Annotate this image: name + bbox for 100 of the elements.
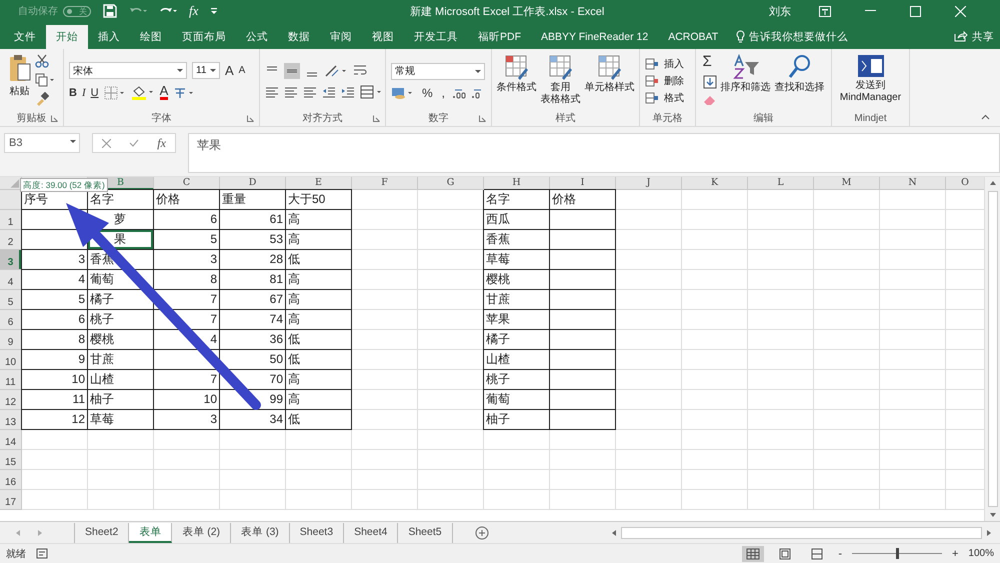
ribbon-tab[interactable]: 数据 — [278, 26, 320, 48]
column-header[interactable]: L — [748, 177, 814, 190]
column-header[interactable]: N — [880, 177, 946, 190]
row-header[interactable]: 11 — [0, 370, 22, 390]
table-cell: 桃子 — [484, 370, 550, 390]
row-header[interactable]: 14 — [0, 430, 22, 450]
row-header[interactable]: 1 — [0, 210, 22, 230]
table-cell: 桃子 — [88, 310, 154, 330]
table-cell: 高 — [286, 290, 352, 310]
ribbon-button[interactable]: 格式 — [664, 91, 684, 105]
table-cell: 柚子 — [484, 410, 550, 430]
row-header[interactable]: 9 — [0, 330, 22, 350]
ribbon-button[interactable]: 删除 — [664, 74, 684, 88]
row-header[interactable]: 5 — [0, 290, 22, 310]
row-header[interactable]: 15 — [0, 450, 22, 470]
row-header[interactable]: 16 — [0, 470, 22, 490]
font-color-button[interactable]: A — [160, 85, 168, 100]
column-header[interactable]: M — [814, 177, 880, 190]
column-header[interactable]: D — [220, 177, 286, 190]
column-header[interactable]: C — [154, 177, 220, 190]
number-format-dropdown[interactable]: 常规 — [391, 62, 485, 80]
table-cell: 西瓜 — [484, 210, 550, 230]
shrink-font-button[interactable]: A — [238, 65, 246, 76]
ribbon-button[interactable]: 套用 表格格式 — [540, 82, 580, 106]
zoom-level[interactable]: 100% — [968, 548, 994, 559]
column-header[interactable]: F — [352, 177, 418, 190]
table-cell: 34 — [220, 410, 286, 430]
font-size-dropdown[interactable]: 11 — [192, 62, 220, 79]
group-label: 数字 — [428, 112, 448, 125]
row-header[interactable]: 12 — [0, 390, 22, 410]
ribbon-button[interactable]: 条件格式 — [496, 82, 536, 94]
column-header[interactable]: O — [946, 177, 985, 190]
table-cell: 高 — [286, 210, 352, 230]
group-label: 编辑 — [754, 112, 774, 125]
font-name-dropdown[interactable]: 宋体 — [69, 62, 187, 79]
table-cell: 低 — [286, 350, 352, 370]
table-cell: 74 — [220, 310, 286, 330]
percent-button[interactable]: % — [420, 86, 435, 100]
row-header[interactable]: 4 — [0, 270, 22, 290]
ribbon-button[interactable]: 插入 — [664, 57, 684, 71]
underline-button[interactable]: U — [90, 86, 99, 98]
ribbon-button[interactable]: 单元格样式 — [584, 82, 634, 94]
share-button[interactable]: 共享 — [972, 26, 994, 48]
column-header[interactable]: J — [616, 177, 682, 190]
formula-input[interactable]: 苹果 — [188, 133, 1000, 173]
zoom-out-button[interactable]: - — [838, 548, 842, 560]
ribbon-tab[interactable]: 页面布局 — [172, 26, 236, 48]
table-cell: 10 — [22, 370, 88, 390]
table-cell: 价格 — [154, 190, 220, 210]
column-header[interactable]: I — [550, 177, 616, 190]
table-cell: 3 — [22, 250, 88, 270]
table-cell: 53 — [220, 230, 286, 250]
insert-function-button[interactable]: fx — [189, 3, 198, 19]
column-header[interactable]: G — [418, 177, 484, 190]
table-cell: 7 — [154, 370, 220, 390]
ribbon-tab[interactable]: 公式 — [236, 26, 278, 48]
tell-me-search[interactable]: 告诉我你想要做什么 — [749, 26, 848, 48]
ribbon-tab[interactable]: 绘图 — [130, 26, 172, 48]
ribbon-tab[interactable]: 开始 — [46, 25, 88, 49]
bold-button[interactable]: B — [69, 86, 77, 98]
table-cell: 低 — [286, 250, 352, 270]
ribbon-tab[interactable]: ABBYY FineReader 12 — [531, 26, 658, 48]
paste-button[interactable]: 粘贴 — [10, 86, 30, 98]
row-header[interactable]: 6 — [0, 310, 22, 330]
ribbon-tab[interactable]: 福昕PDF — [468, 26, 531, 48]
find-select-button[interactable]: 查找和选择 — [774, 82, 824, 94]
send-to-mindmanager-button[interactable]: 发送到 MindManager — [840, 80, 902, 104]
table-cell: 柚子 — [88, 390, 154, 410]
ribbon-tab[interactable]: 视图 — [362, 26, 404, 48]
table-cell: 67 — [220, 290, 286, 310]
row-header[interactable]: 10 — [0, 350, 22, 370]
table-cell: 甘蔗 — [484, 290, 550, 310]
table-cell: 高 — [286, 370, 352, 390]
table-cell: 草莓 — [484, 250, 550, 270]
ribbon-tab[interactable]: 开发工具 — [404, 26, 468, 48]
row-header[interactable]: 13 — [0, 410, 22, 430]
ribbon-tab[interactable]: 文件 — [4, 26, 46, 48]
row-header[interactable]: 2 — [0, 230, 22, 250]
sort-filter-button[interactable]: 排序和筛选 — [720, 82, 770, 94]
column-header[interactable]: K — [682, 177, 748, 190]
ribbon-tab[interactable]: ACROBAT — [658, 26, 728, 48]
insert-function-button[interactable]: fx — [157, 136, 166, 150]
column-header[interactable]: H — [484, 177, 550, 190]
zoom-in-button[interactable]: + — [952, 548, 958, 560]
table-cell: 重量 — [220, 190, 286, 210]
sheet-tab[interactable]: 表单 — [129, 522, 172, 542]
table-cell: 名字 — [484, 190, 550, 210]
user-name[interactable]: 刘东 — [769, 4, 791, 18]
ribbon-tab[interactable]: 插入 — [88, 26, 130, 48]
ribbon-tab[interactable]: 审阅 — [320, 26, 362, 48]
column-header[interactable]: E — [286, 177, 352, 190]
autosum-button[interactable]: Σ — [702, 54, 716, 70]
comma-style-button[interactable]: , — [440, 86, 448, 100]
table-cell: 8 — [22, 330, 88, 350]
table-cell: 高 — [286, 270, 352, 290]
italic-button[interactable]: I — [82, 86, 86, 98]
grow-font-button[interactable]: A — [225, 63, 234, 78]
name-box[interactable]: B3 — [4, 133, 80, 153]
table-cell: 橘子 — [484, 330, 550, 350]
row-header[interactable]: 17 — [0, 490, 22, 510]
